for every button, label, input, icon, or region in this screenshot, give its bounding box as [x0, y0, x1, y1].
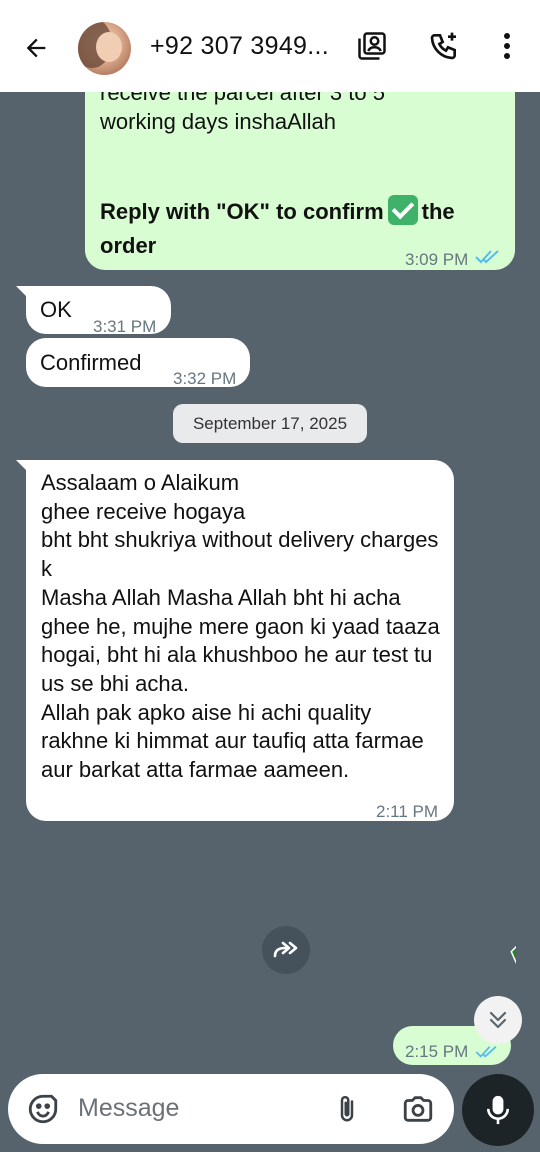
avatar[interactable] — [78, 22, 131, 75]
check-mark-button-icon — [387, 195, 418, 225]
message-time: 2:11 PM — [376, 802, 439, 821]
incoming-message[interactable]: Assalaam o Alaikum ghee receive hogaya b… — [16, 460, 454, 821]
camera-icon[interactable] — [401, 1092, 435, 1131]
forward-icon — [273, 941, 298, 958]
date-separator: September 17, 2025 — [173, 404, 367, 443]
message-time: 3:31 PM — [93, 317, 157, 336]
scroll-to-bottom-button[interactable] — [474, 996, 522, 1044]
sticker-icon[interactable] — [26, 1092, 60, 1131]
message-text: Confirmed — [40, 350, 142, 375]
svg-text:جزاک اللہ: جزاک اللہ — [506, 892, 516, 985]
mic-button[interactable] — [462, 1074, 534, 1146]
message-text: OK — [40, 297, 72, 322]
mic-icon — [486, 1095, 510, 1125]
jazakallah-sticker[interactable]: جزاک اللہ — [326, 866, 540, 991]
incoming-message[interactable]: Confirmed 3:32 PM — [26, 338, 250, 388]
read-ticks-icon — [475, 244, 501, 273]
add-call-icon[interactable] — [426, 28, 462, 64]
message-composer: Message — [8, 1074, 454, 1144]
double-chevron-down-icon — [489, 1011, 507, 1029]
message-time: 2:15 PM — [405, 1042, 469, 1061]
back-arrow-icon[interactable] — [18, 30, 54, 66]
message-time: 3:09 PM — [405, 250, 469, 269]
message-text: Assalaam o Alaikum ghee receive hogaya b… — [41, 470, 440, 783]
message-time: 3:32 PM — [173, 369, 237, 388]
contact-card-icon[interactable] — [354, 28, 390, 64]
message-input[interactable]: Message — [78, 1094, 179, 1123]
more-vert-icon[interactable] — [489, 28, 525, 64]
incoming-message[interactable]: OK 3:31 PM — [16, 286, 171, 336]
chat-header: +92 307 3949... — [0, 0, 540, 92]
contact-name[interactable]: +92 307 3949... — [150, 32, 329, 61]
attach-icon[interactable] — [332, 1092, 362, 1131]
forward-button[interactable] — [262, 926, 310, 974]
